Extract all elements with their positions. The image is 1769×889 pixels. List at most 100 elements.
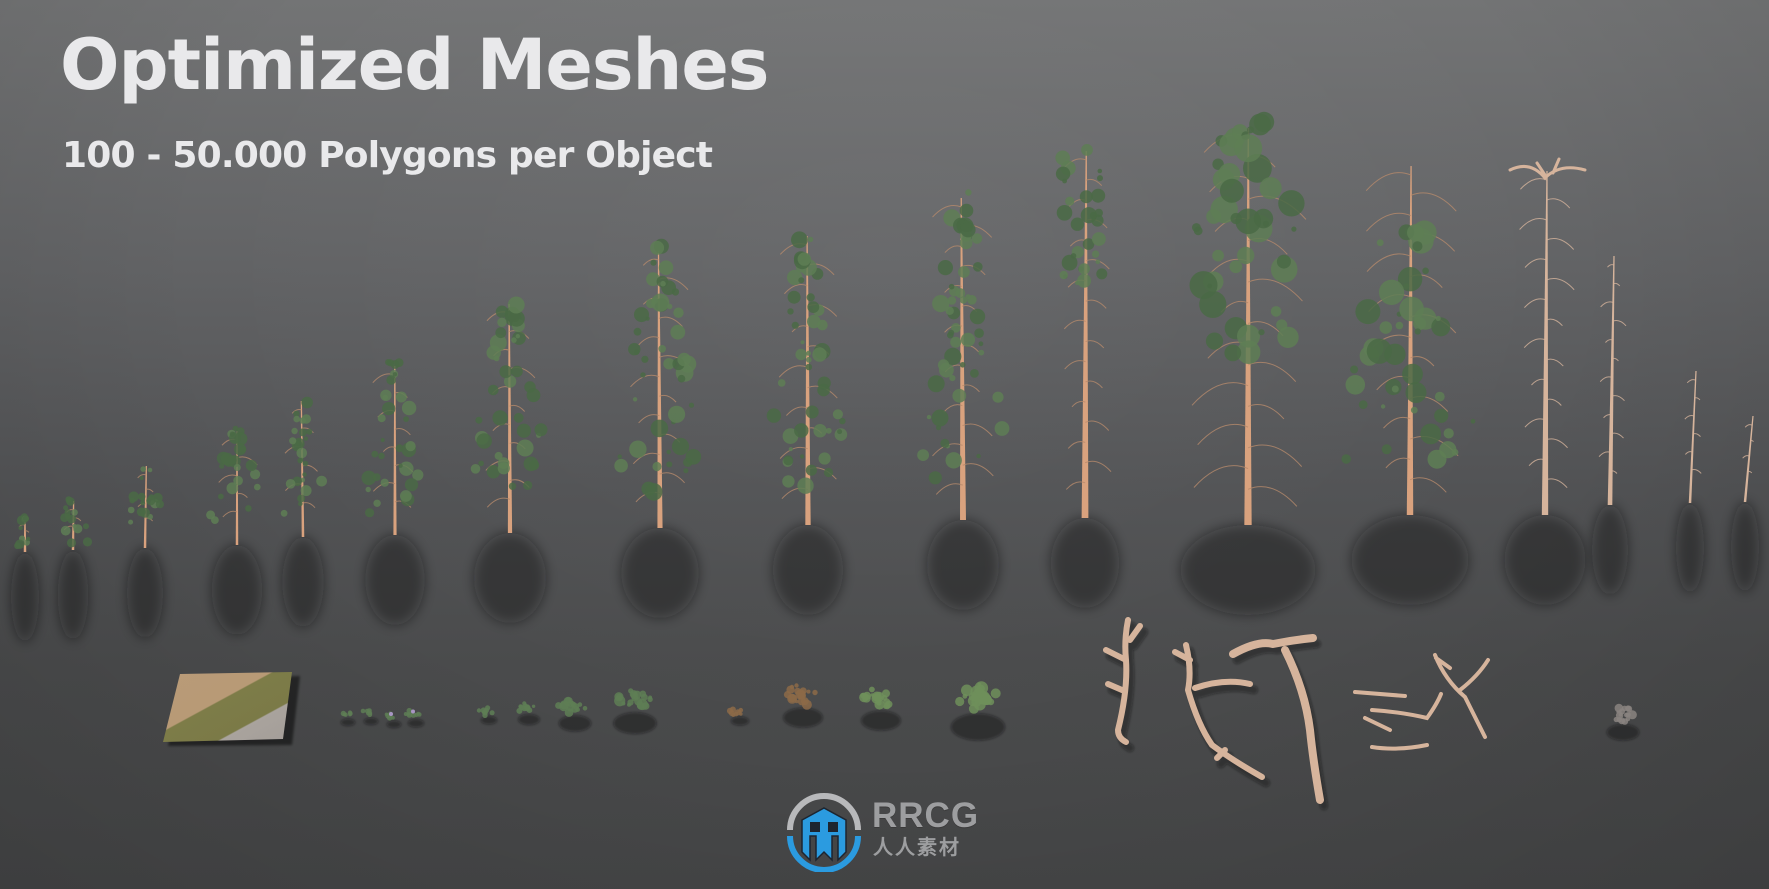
tree-foliage <box>526 388 541 403</box>
ground-item-foliage <box>869 686 875 693</box>
tree-pine-mature <box>1055 144 1112 518</box>
tree-foliage <box>671 437 690 456</box>
ground-tile <box>163 672 292 742</box>
ground-item-foliage <box>391 715 395 720</box>
tree-branch <box>1520 178 1548 190</box>
tree-foliage <box>1341 454 1351 464</box>
tree-foliage <box>73 524 83 534</box>
tree-foliage <box>1291 226 1297 232</box>
ground-item-shrub <box>476 705 498 725</box>
tree-foliage <box>301 414 311 424</box>
tree-foliage <box>373 499 381 507</box>
tree-foliage <box>931 409 949 427</box>
ground-item-foliage <box>516 707 523 714</box>
tree-branch <box>222 510 238 518</box>
tree-branch <box>1607 264 1614 268</box>
tree-foliage <box>800 340 805 345</box>
tree-branch <box>1524 298 1547 308</box>
tree-foliage <box>685 449 702 465</box>
ground-item-foliage <box>1621 718 1629 725</box>
tree-trunk <box>1743 416 1754 502</box>
ground-item-shadow <box>518 714 540 725</box>
tree-foliage <box>1434 408 1449 423</box>
tree-trunk <box>393 366 397 535</box>
tree-foliage <box>1189 271 1218 300</box>
tree-foliage <box>1443 428 1454 439</box>
tree-branch <box>486 497 511 508</box>
tree-foliage <box>1094 208 1104 218</box>
tree-foliage <box>245 505 252 512</box>
ground-item-foliage <box>968 692 979 702</box>
tree-foliage <box>1410 406 1418 414</box>
tree-foliage <box>1277 326 1299 348</box>
tree-branch <box>1519 218 1547 230</box>
ground-item-shadow <box>783 707 823 728</box>
tree-foliage <box>1091 188 1106 203</box>
tree-branch <box>1247 278 1303 302</box>
trees-layer <box>14 111 1754 552</box>
tree-foliage <box>805 356 812 363</box>
tree-foliage <box>499 365 513 379</box>
tree-branch <box>1085 420 1110 431</box>
tree-foliage <box>1070 253 1077 259</box>
ground-item-twigs <box>1606 703 1640 741</box>
tree-foliage <box>1077 273 1092 288</box>
ground-item-foliage <box>876 700 882 706</box>
tree-foliage <box>617 454 622 459</box>
tree-foliage <box>83 523 89 530</box>
tree-foliage <box>1092 232 1106 246</box>
tree-foliage <box>978 349 985 356</box>
tree-branch <box>1247 486 1298 507</box>
ground-item-foliage <box>348 711 353 716</box>
tree-branch <box>236 492 248 498</box>
tree-foliage <box>666 461 673 468</box>
tree-foliage <box>60 525 71 536</box>
tree-foliage <box>1378 279 1405 305</box>
tree-reflection <box>57 550 89 640</box>
tree-branch <box>935 483 963 495</box>
tree-foliage <box>797 477 814 494</box>
tree-foliage <box>253 483 261 491</box>
ground-item-foliage <box>366 711 370 716</box>
tree-foliage <box>1345 375 1366 395</box>
ground-item-foliage <box>1625 712 1631 718</box>
tree-foliage <box>1097 175 1103 182</box>
ground-items-layer <box>163 617 1640 810</box>
tree-foliage <box>825 427 832 434</box>
tree-foliage <box>476 433 492 449</box>
ground-item-shrub <box>555 696 592 732</box>
tree-foliage <box>147 467 153 473</box>
tree-foliage <box>218 493 224 500</box>
ground-item-plant-small <box>340 710 356 727</box>
tree-foliage <box>677 374 686 383</box>
tree-pine-sapling <box>14 513 31 552</box>
tree-foliage <box>1059 270 1068 280</box>
tree-foliage <box>1395 321 1404 330</box>
tree-branch <box>962 423 993 437</box>
tree-foliage <box>385 359 392 366</box>
tree-branch <box>1742 455 1750 459</box>
tree-foliage <box>807 301 820 313</box>
tree-foliage <box>932 295 950 313</box>
ground-item-shadow <box>951 713 1005 741</box>
tree-foliage <box>1097 168 1103 174</box>
tree-reflection <box>772 525 844 615</box>
tree-foliage <box>948 283 955 290</box>
tree-foliage <box>959 236 973 250</box>
ground-item-shadow <box>1606 724 1640 741</box>
tree-foliage <box>380 438 385 442</box>
tree-foliage <box>155 500 164 509</box>
tree-foliage <box>297 457 304 464</box>
tree-foliage <box>405 441 416 452</box>
tree-foliage <box>633 327 642 336</box>
tree-foliage <box>1258 329 1265 336</box>
tree-foliage <box>1399 296 1424 322</box>
tree-foliage <box>398 463 403 468</box>
tree-foliage <box>316 475 327 487</box>
tree-branch <box>659 394 677 403</box>
deadwood-branch <box>1172 642 1265 780</box>
tree-foliage <box>948 329 955 336</box>
tree-reflection <box>1050 518 1120 608</box>
tree-branch <box>1193 465 1249 488</box>
tree-foliage <box>937 260 954 276</box>
